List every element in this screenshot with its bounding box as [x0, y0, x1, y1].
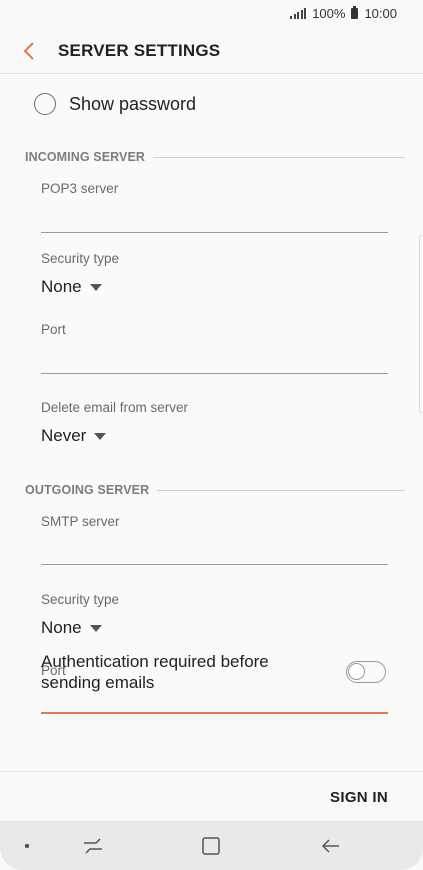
- app-bar: SERVER SETTINGS: [0, 28, 423, 74]
- scrollbar[interactable]: [419, 235, 423, 413]
- outgoing-server-title: OUTGOING SERVER: [25, 483, 150, 497]
- status-indicators: 100% 10:00: [290, 6, 397, 21]
- navigation-bar: [0, 821, 423, 870]
- outgoing-port-input[interactable]: [41, 712, 388, 714]
- battery-icon: [351, 6, 359, 19]
- chevron-left-icon[interactable]: [18, 39, 42, 63]
- delete-email-dropdown[interactable]: Never: [41, 426, 107, 446]
- incoming-port-label: Port: [41, 322, 66, 337]
- dropdown-arrow-icon: [89, 283, 102, 291]
- section-divider: [157, 489, 405, 491]
- battery-percentage: 100%: [312, 6, 346, 21]
- pop3-server-input[interactable]: [41, 232, 388, 233]
- settings-form: Show password INCOMING SERVER POP3 serve…: [0, 75, 423, 771]
- bottom-action-bar: SIGN IN: [0, 771, 423, 821]
- authentication-label: Authentication required before sending e…: [41, 652, 269, 692]
- incoming-security-type-dropdown[interactable]: None: [41, 277, 102, 297]
- outgoing-server-header: OUTGOING SERVER: [25, 483, 405, 497]
- smtp-server-label: SMTP server: [41, 514, 120, 529]
- section-divider: [153, 156, 405, 158]
- incoming-server-header: INCOMING SERVER: [25, 150, 405, 164]
- recent-apps-icon[interactable]: [80, 833, 106, 859]
- dropdown-arrow-icon: [94, 432, 107, 440]
- outgoing-security-type-label: Security type: [41, 592, 120, 607]
- smtp-server-input[interactable]: [41, 564, 388, 565]
- incoming-server-title: INCOMING SERVER: [25, 150, 146, 164]
- pop3-server-label: POP3 server: [41, 181, 119, 196]
- page-title: SERVER SETTINGS: [58, 41, 221, 60]
- incoming-port-input[interactable]: [41, 373, 388, 374]
- home-icon[interactable]: [198, 833, 224, 859]
- delete-email-label: Delete email from server: [41, 400, 189, 415]
- outgoing-security-type-value: None: [41, 618, 82, 637]
- authentication-toggle[interactable]: [346, 661, 386, 683]
- sign-in-button[interactable]: SIGN IN: [330, 789, 388, 806]
- show-password-label: Show password: [69, 93, 197, 114]
- incoming-security-type-value: None: [41, 277, 82, 296]
- dot-icon[interactable]: [14, 833, 40, 859]
- outgoing-security-type-dropdown[interactable]: None: [41, 618, 102, 638]
- status-bar: 100% 10:00: [0, 0, 423, 28]
- dropdown-arrow-icon: [89, 624, 102, 632]
- delete-email-value: Never: [41, 426, 87, 445]
- signal-icon: [290, 8, 307, 19]
- incoming-security-type-label: Security type: [41, 251, 120, 266]
- clock: 10:00: [364, 6, 397, 21]
- show-password-radio[interactable]: [34, 93, 56, 115]
- toggle-knob: [348, 663, 365, 680]
- back-arrow-icon[interactable]: [318, 833, 344, 859]
- show-password-option[interactable]: Show password: [34, 93, 196, 115]
